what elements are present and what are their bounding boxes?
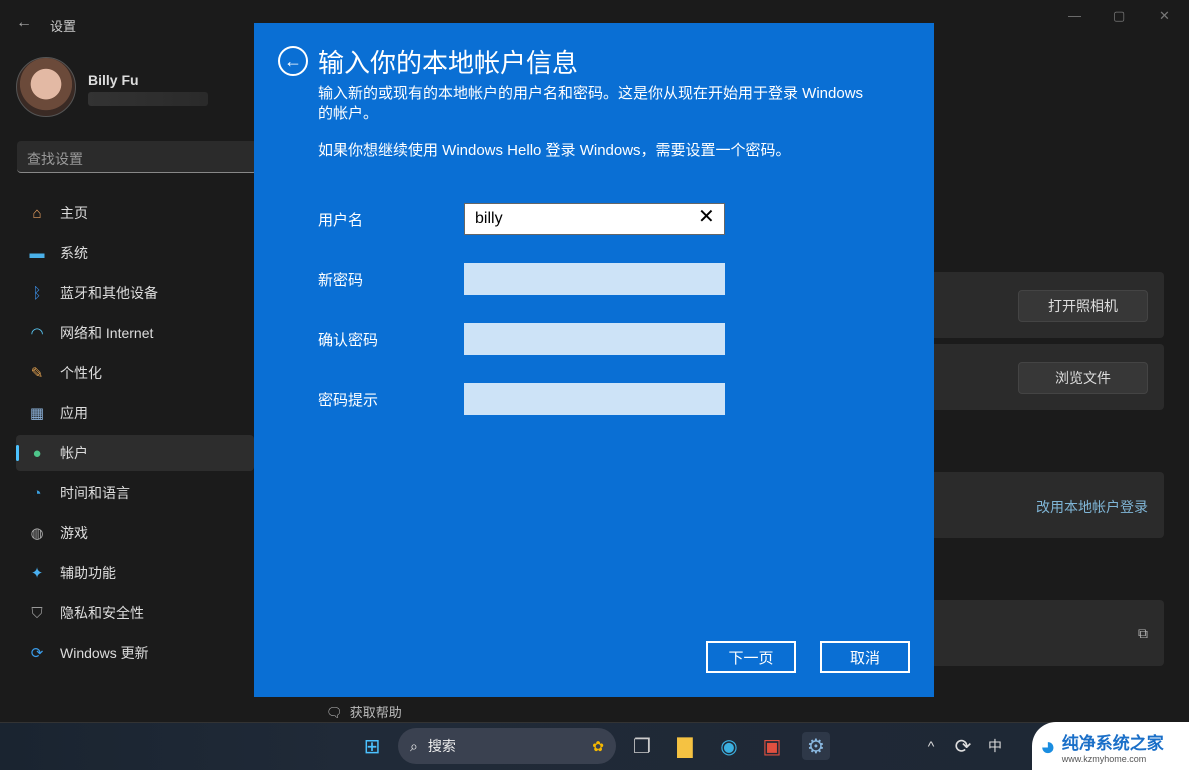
maximize-button[interactable]: ▢: [1113, 8, 1125, 24]
sidebar-item[interactable]: ᛒ 蓝牙和其他设备: [16, 275, 254, 311]
sidebar-item[interactable]: ✦ 辅助功能: [16, 555, 254, 591]
sidebar-item[interactable]: ▦ 应用: [16, 395, 254, 431]
browse-files-button[interactable]: 浏览文件: [1018, 362, 1148, 394]
search-input[interactable]: 查找设置: [17, 141, 257, 173]
username-input[interactable]: [464, 203, 725, 235]
local-account-dialog: ← 输入你的本地帐户信息 输入新的或现有的本地帐户的用户名和密码。这是你从现在开…: [254, 23, 934, 697]
sidebar-item[interactable]: ⛉ 隐私和安全性: [16, 595, 254, 631]
avatar[interactable]: [16, 57, 76, 117]
store-icon[interactable]: ▣: [758, 732, 786, 760]
camera-card: 打开照相机: [934, 272, 1164, 338]
watermark-name: 纯净系统之家: [1061, 733, 1164, 753]
back-circle-icon[interactable]: ←: [278, 46, 308, 76]
browse-card: 浏览文件: [934, 344, 1164, 410]
gamepad-icon: ◍: [30, 525, 44, 542]
dialog-description: 输入新的或现有的本地帐户的用户名和密码。这是你从现在开始用于登录 Windows…: [318, 85, 864, 122]
file-explorer-icon[interactable]: ▇: [671, 732, 699, 760]
next-button[interactable]: 下一页: [706, 641, 796, 673]
username-label: 用户名: [318, 212, 364, 229]
sidebar-item-label: Windows 更新: [60, 645, 149, 661]
watermark-icon: ◕: [1040, 730, 1056, 761]
ime-indicator[interactable]: 中: [981, 732, 1009, 760]
help-icon: 🗨: [326, 705, 343, 720]
sidebar-item-label: 个性化: [60, 365, 102, 381]
external-link-icon[interactable]: ⧉: [1138, 625, 1148, 642]
sidebar-item-label: 隐私和安全性: [60, 605, 144, 621]
sidebar-item[interactable]: ◍ 游戏: [16, 515, 254, 551]
brush-icon: ✎: [30, 365, 44, 382]
help-label: 获取帮助: [349, 705, 402, 720]
taskbar-search-label: 搜索: [427, 738, 456, 754]
minimize-button[interactable]: —: [1068, 8, 1081, 23]
taskbar-search[interactable]: ⌕ 搜索 ✿: [398, 728, 616, 764]
dialog-hello-note: 如果你想继续使用 Windows Hello 登录 Windows，需要设置一个…: [318, 142, 791, 159]
local-account-link[interactable]: 改用本地帐户登录: [1036, 497, 1148, 517]
new-password-label: 新密码: [318, 272, 364, 289]
get-help-link[interactable]: 🗨 获取帮助: [326, 702, 402, 721]
task-view-icon[interactable]: ❐: [628, 732, 656, 760]
flower-icon: ✿: [592, 737, 604, 754]
sidebar-item-label: 时间和语言: [60, 485, 130, 501]
sidebar-item-label: 辅助功能: [60, 565, 116, 581]
confirm-password-label: 确认密码: [318, 332, 379, 349]
sidebar-item[interactable]: ✎ 个性化: [16, 355, 254, 391]
sidebar-item[interactable]: ● 帐户: [16, 435, 254, 471]
shield-icon: ⛉: [31, 604, 43, 622]
dialog-title: 输入你的本地帐户信息: [318, 48, 579, 78]
settings-gear-icon[interactable]: ⚙: [802, 732, 830, 760]
sidebar-item-label: 系统: [60, 245, 88, 261]
new-password-input[interactable]: [464, 263, 725, 295]
apps-icon: ▦: [29, 405, 45, 422]
external-card[interactable]: ⧉: [934, 600, 1164, 666]
back-arrow-icon[interactable]: ←: [16, 14, 32, 32]
password-hint-label: 密码提示: [318, 392, 379, 409]
local-account-card: 改用本地帐户登录: [934, 472, 1164, 538]
edge-icon[interactable]: ◉: [715, 732, 743, 760]
sidebar-item-label: 游戏: [60, 525, 88, 541]
search-icon: ⌕: [410, 737, 418, 754]
home-icon: ⌂: [32, 204, 42, 222]
sidebar-item[interactable]: ⌂ 主页: [16, 195, 254, 231]
window-title: 设置: [50, 19, 77, 34]
bluetooth-icon: ᛒ: [32, 284, 42, 302]
sidebar-item[interactable]: ⟳ Windows 更新: [16, 635, 254, 671]
sync-icon[interactable]: ⟳: [949, 732, 977, 760]
windows-start-icon[interactable]: ⊞: [358, 732, 386, 760]
cancel-button[interactable]: 取消: [820, 641, 910, 673]
sidebar-item[interactable]: ▬ 系统: [16, 235, 254, 271]
close-button[interactable]: ✕: [1159, 8, 1170, 24]
confirm-password-input[interactable]: [464, 323, 725, 355]
sidebar-item-label: 蓝牙和其他设备: [60, 285, 158, 301]
open-camera-button[interactable]: 打开照相机: [1018, 290, 1148, 322]
monitor-icon: ▬: [29, 244, 45, 262]
watermark-url: www.kzmyhome.com: [1061, 753, 1147, 764]
clear-icon[interactable]: ✕: [698, 204, 715, 229]
update-icon: ⟳: [30, 645, 44, 662]
sidebar-item-label: 主页: [60, 205, 88, 221]
watermark-logo: ◕ 纯净系统之家 www.kzmyhome.com: [1032, 722, 1189, 770]
wifi-icon: ◠: [30, 325, 44, 342]
user-name: Billy Fu: [88, 72, 139, 88]
sidebar-item-label: 应用: [60, 405, 88, 421]
sidebar-item-label: 帐户: [60, 445, 88, 461]
clock-globe-icon: ◔: [32, 484, 42, 502]
password-hint-input[interactable]: [464, 383, 725, 415]
tray-chevron-icon[interactable]: ^: [917, 732, 945, 760]
sidebar-item[interactable]: ◠ 网络和 Internet: [16, 315, 254, 351]
accessibility-icon: ✦: [30, 565, 44, 582]
sidebar-item[interactable]: ◔ 时间和语言: [16, 475, 254, 511]
person-icon: ●: [32, 444, 42, 462]
sidebar-item-label: 网络和 Internet: [60, 325, 154, 341]
user-email-blurred: [88, 92, 208, 106]
